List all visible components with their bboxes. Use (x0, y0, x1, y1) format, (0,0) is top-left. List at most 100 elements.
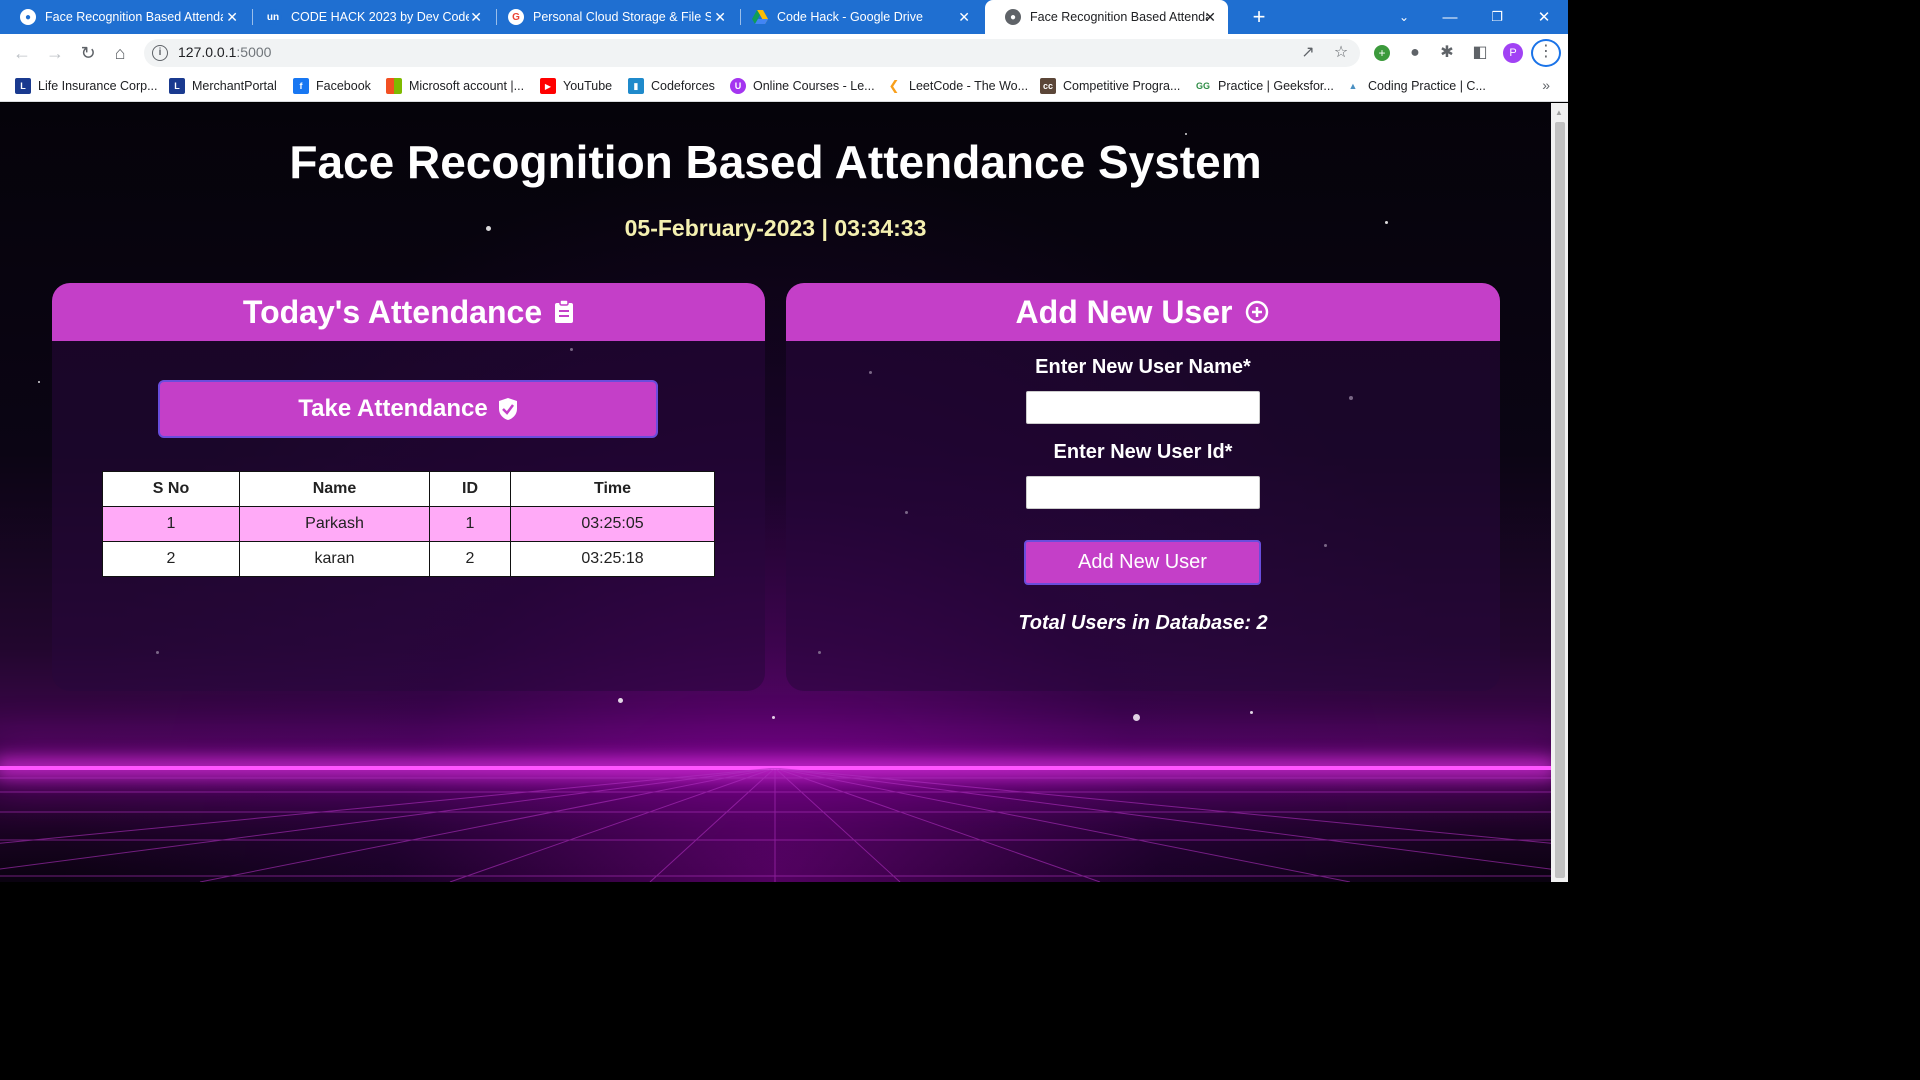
reload-icon[interactable]: ↻ (77, 42, 99, 64)
bookmark-lic[interactable]: L Life Insurance Corp... (15, 78, 158, 94)
globe-icon: ● (1005, 9, 1021, 25)
close-icon[interactable]: ✕ (958, 9, 970, 25)
cell-time: 03:25:05 (510, 506, 715, 542)
table-row: 2 karan 2 03:25:18 (102, 541, 715, 577)
close-icon[interactable]: ✕ (714, 9, 726, 25)
gfg-icon: GG (1195, 78, 1211, 94)
scrollbar-thumb[interactable] (1555, 122, 1565, 878)
page-title: Face Recognition Based Attendance System (289, 136, 1262, 188)
take-attendance-button[interactable]: Take Attendance (158, 380, 658, 438)
cell-sno: 2 (102, 541, 240, 577)
cell-id: 1 (429, 506, 511, 542)
youtube-icon: ▶ (540, 78, 556, 94)
unstop-icon: un (264, 9, 282, 25)
cell-name: Parkash (239, 506, 430, 542)
scroll-up-icon[interactable]: ▲ (1554, 108, 1564, 118)
codechef-icon: cc (1040, 78, 1056, 94)
col-name: Name (239, 471, 430, 507)
current-datetime: 05-February-2023 | 03:34:33 (624, 215, 927, 241)
bookmark-merchant-portal[interactable]: L MerchantPortal (169, 78, 277, 94)
clipboard-icon (554, 300, 574, 324)
back-icon[interactable]: ← (11, 42, 33, 64)
globe-icon: ● (20, 9, 36, 25)
total-users-text: Total Users in Database: 2 (1018, 612, 1268, 634)
attendance-heading: Today's Attendance (242, 293, 543, 330)
bookmark-coding-ninjas[interactable]: ▲ Coding Practice | C... (1345, 78, 1486, 94)
cell-sno: 1 (102, 506, 240, 542)
close-icon[interactable]: ✕ (470, 9, 482, 25)
add-circle-icon (1244, 299, 1270, 325)
udemy-icon: U (730, 78, 746, 94)
address-bar[interactable] (144, 39, 1360, 67)
tab-google-drive[interactable]: Code Hack - Google Drive ✕ (732, 0, 982, 34)
bookmark-youtube[interactable]: ▶ YouTube (540, 78, 612, 94)
new-tab-button[interactable]: + (1236, 0, 1282, 34)
bookmarks-bar: L Life Insurance Corp... L MerchantPortal … (0, 72, 1568, 102)
attendance-table: S No Name ID Time 1 Parkash 1 03:25:05 2… (102, 471, 715, 577)
google-icon: G (508, 9, 524, 25)
bookmark-microsoft[interactable]: Microsoft account |... (386, 78, 524, 94)
home-icon[interactable]: ⌂ (109, 42, 131, 64)
window-close-button[interactable]: ✕ (1521, 0, 1567, 34)
bookmarks-overflow-icon[interactable]: » (1542, 77, 1550, 93)
close-icon[interactable]: ✕ (1204, 9, 1216, 25)
cell-id: 2 (429, 541, 511, 577)
info-icon[interactable]: i (152, 45, 168, 61)
bookmark-facebook[interactable]: f Facebook (293, 78, 371, 94)
tab-title: CODE HACK 2023 by Dev Code C (291, 10, 469, 24)
add-new-user-button[interactable]: Add New User (1024, 540, 1261, 585)
google-drive-icon (752, 9, 768, 25)
facebook-icon: f (293, 78, 309, 94)
tab-title: Face Recognition Based Attendar (1030, 10, 1208, 24)
neon-grid-floor (0, 768, 1551, 882)
codingninjas-icon: ▲ (1345, 78, 1361, 94)
bookmark-leetcode[interactable]: ❮ LeetCode - The Wo... (886, 78, 1028, 94)
bookmark-star-icon[interactable]: ☆ (1331, 43, 1351, 63)
tab-title: Personal Cloud Storage & File Sh (533, 10, 711, 24)
tab-title: Code Hack - Google Drive (777, 10, 923, 24)
restore-button[interactable]: ❐ (1474, 0, 1520, 34)
col-sno: S No (102, 471, 240, 507)
codeforces-icon: ▮ (628, 78, 644, 94)
leetcode-icon: ❮ (886, 78, 902, 94)
lic-icon: L (15, 78, 31, 94)
bookmark-geeksforgeeks[interactable]: GG Practice | Geeksfor... (1195, 78, 1334, 94)
col-time: Time (510, 471, 715, 507)
microsoft-icon (386, 78, 402, 94)
share-icon[interactable]: ↗ (1298, 43, 1318, 63)
user-id-input[interactable] (1026, 476, 1260, 509)
attendance-panel: Today's Attendance Take Attendance S No … (52, 283, 765, 691)
take-attendance-label: Take Attendance (298, 395, 488, 422)
tab-attendance-1[interactable]: ● Face Recognition Based Attendar ✕ (0, 0, 250, 34)
tab-title: Face Recognition Based Attendar (45, 10, 223, 24)
forward-icon[interactable]: → (44, 42, 66, 64)
minimize-button[interactable]: — (1427, 0, 1473, 34)
extensions-puzzle-icon[interactable]: ✱ (1437, 43, 1457, 63)
cell-name: karan (239, 541, 430, 577)
tab-strip: ● Face Recognition Based Attendar ✕ un C… (0, 0, 1568, 34)
user-name-input[interactable] (1026, 391, 1260, 424)
tab-attendance-active[interactable]: ● Face Recognition Based Attendar ✕ (985, 0, 1228, 34)
url-text[interactable]: 127.0.0.1:5000 (178, 44, 271, 60)
tab-search-icon[interactable]: ⌄ (1381, 0, 1427, 34)
close-icon[interactable]: ✕ (226, 9, 238, 25)
col-id: ID (429, 471, 511, 507)
shield-check-icon (498, 397, 518, 421)
add-user-heading: Add New User (1015, 293, 1233, 330)
tab-code-hack[interactable]: un CODE HACK 2023 by Dev Code C ✕ (244, 0, 494, 34)
attendance-header: Today's Attendance (52, 283, 765, 341)
add-user-header: Add New User (786, 283, 1500, 341)
tab-cloud-storage[interactable]: G Personal Cloud Storage & File Sh ✕ (488, 0, 738, 34)
bookmark-codeforces[interactable]: ▮ Codeforces (628, 78, 715, 94)
extension-green-icon[interactable]: + (1372, 43, 1392, 63)
add-user-panel: Add New User Enter New User Name* Enter … (786, 283, 1500, 691)
table-row: 1 Parkash 1 03:25:05 (102, 506, 715, 542)
bookmark-udemy[interactable]: U Online Courses - Le... (730, 78, 875, 94)
side-panel-icon[interactable]: ◧ (1470, 43, 1490, 63)
profile-avatar[interactable]: P (1503, 43, 1523, 63)
browser-menu-icon[interactable]: ⋮ (1531, 39, 1561, 67)
page-viewport: Face Recognition Based Attendance System… (0, 103, 1551, 882)
bookmark-codechef[interactable]: cc Competitive Progra... (1040, 78, 1180, 94)
table-header-row: S No Name ID Time (102, 471, 715, 507)
extension-bulb-icon[interactable]: ● (1405, 43, 1425, 63)
